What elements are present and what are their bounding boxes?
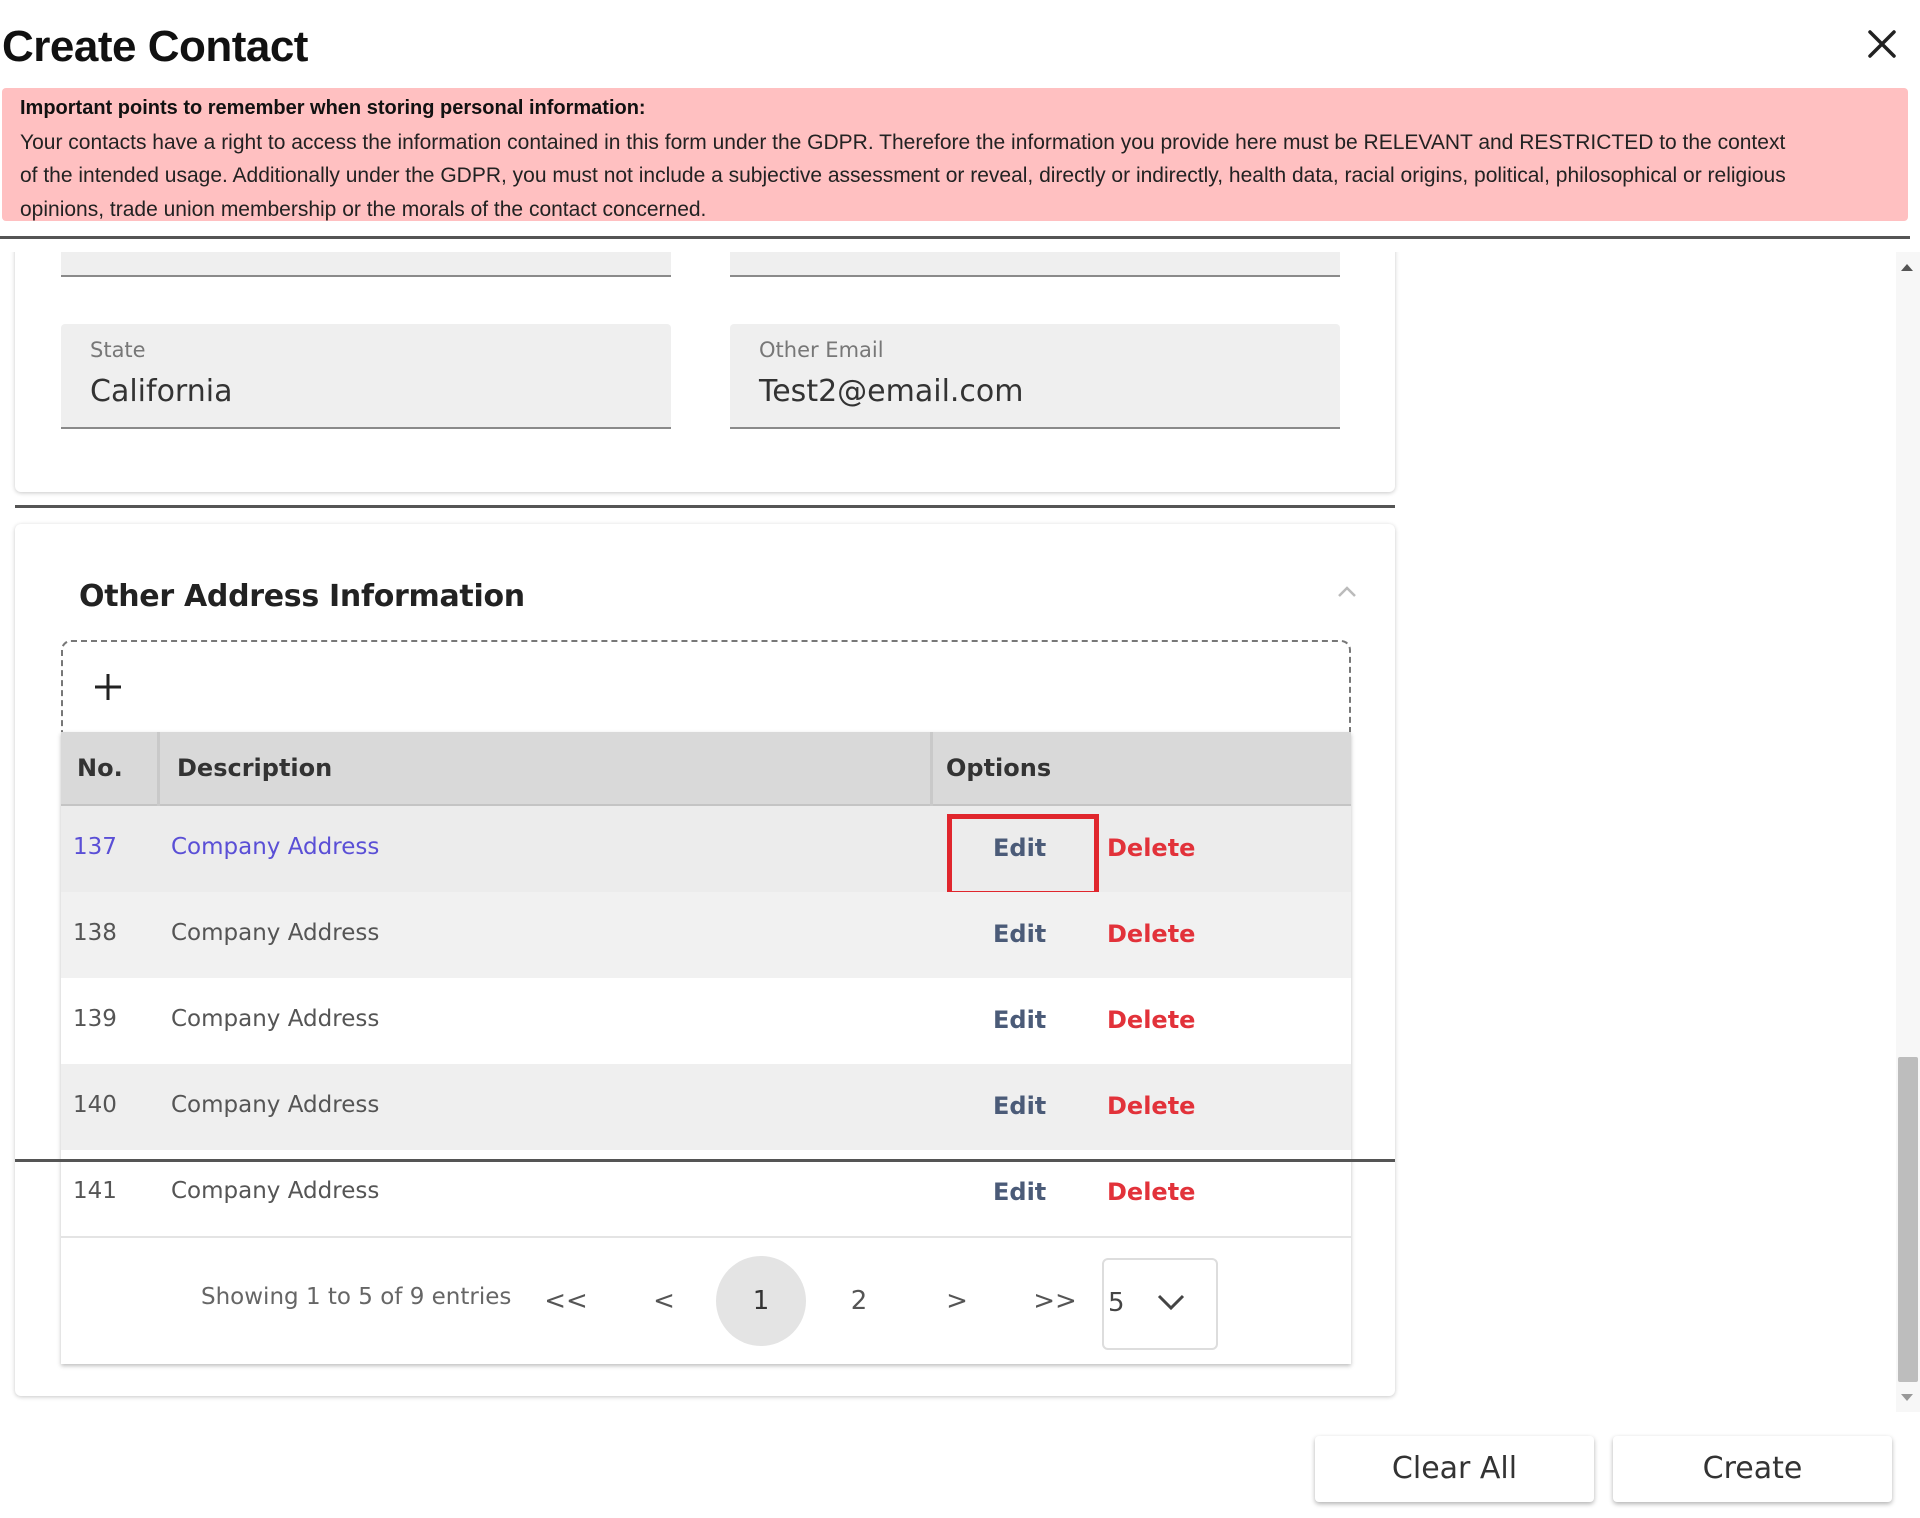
page-size-select[interactable]: 5 bbox=[1102, 1258, 1218, 1350]
row-description: Company Address bbox=[171, 1092, 380, 1118]
add-address-button[interactable] bbox=[61, 640, 1351, 734]
scrollbar-thumb[interactable] bbox=[1898, 1057, 1918, 1382]
table-row[interactable]: 139 Company Address Edit Delete bbox=[61, 978, 1351, 1066]
previous-page-button[interactable]: < bbox=[619, 1256, 709, 1346]
contact-details-card: State California Other Email Test2@email… bbox=[15, 252, 1395, 492]
first-page-button[interactable]: << bbox=[521, 1256, 611, 1346]
next-page-button[interactable]: > bbox=[912, 1256, 1002, 1346]
row-number: 139 bbox=[73, 1006, 117, 1032]
chevron-up-icon[interactable] bbox=[1329, 574, 1365, 610]
create-button[interactable]: Create bbox=[1613, 1436, 1892, 1502]
state-field[interactable]: State California bbox=[61, 324, 671, 429]
dialog-title: Create Contact bbox=[2, 22, 308, 71]
gdpr-notice: Important points to remember when storin… bbox=[2, 88, 1908, 221]
form-scroll-area[interactable]: State California Other Email Test2@email… bbox=[0, 252, 1920, 1412]
table-header: No. Description Options bbox=[61, 732, 1351, 807]
page-size-value: 5 bbox=[1108, 1288, 1125, 1318]
address-table: No. Description Options 137 Company Addr… bbox=[61, 732, 1351, 1364]
gdpr-heading: Important points to remember when storin… bbox=[20, 97, 646, 119]
row-number[interactable]: 137 bbox=[73, 834, 117, 860]
scroll-up-arrow[interactable] bbox=[1901, 264, 1913, 271]
section-title: Other Address Information bbox=[79, 579, 525, 614]
row-description: Company Address bbox=[171, 1006, 380, 1032]
edit-button[interactable]: Edit bbox=[993, 1178, 1046, 1206]
clear-all-button[interactable]: Clear All bbox=[1315, 1436, 1594, 1502]
table-row[interactable]: 140 Company Address Edit Delete bbox=[61, 1064, 1351, 1152]
edit-highlight-box bbox=[947, 814, 1099, 896]
edit-button[interactable]: Edit bbox=[993, 920, 1046, 948]
scroll-down-arrow[interactable] bbox=[1901, 1394, 1913, 1401]
row-description: Company Address bbox=[171, 1178, 380, 1204]
row-number: 138 bbox=[73, 920, 117, 946]
truncated-field-left[interactable] bbox=[61, 252, 671, 277]
state-value: California bbox=[90, 374, 233, 409]
row-description: Company Address bbox=[171, 920, 380, 946]
column-header-no[interactable]: No. bbox=[77, 754, 123, 782]
pagination-summary: Showing 1 to 5 of 9 entries bbox=[201, 1284, 512, 1310]
close-icon bbox=[1868, 30, 1896, 58]
gdpr-line: of the intended usage. Additionally unde… bbox=[20, 164, 1786, 187]
page-button-2[interactable]: 2 bbox=[814, 1256, 904, 1346]
chevron-down-icon bbox=[1157, 1294, 1185, 1311]
column-header-options[interactable]: Options bbox=[946, 754, 1051, 782]
last-page-button[interactable]: >> bbox=[1010, 1256, 1100, 1346]
column-header-description[interactable]: Description bbox=[177, 754, 332, 782]
table-row[interactable]: 137 Company Address Edit Delete bbox=[61, 806, 1351, 896]
row-number: 140 bbox=[73, 1092, 117, 1118]
gdpr-line: opinions, trade union membership or the … bbox=[20, 197, 707, 221]
other-address-card: Other Address Information No. Descriptio… bbox=[15, 524, 1395, 1396]
section-divider bbox=[15, 1159, 1395, 1162]
row-number: 141 bbox=[73, 1178, 117, 1204]
other-email-field[interactable]: Other Email Test2@email.com bbox=[730, 324, 1340, 429]
row-description[interactable]: Company Address bbox=[171, 834, 379, 860]
other-email-label: Other Email bbox=[759, 338, 884, 362]
plus-icon bbox=[95, 674, 121, 700]
other-email-value: Test2@email.com bbox=[759, 374, 1024, 409]
table-row[interactable]: 141 Company Address Edit Delete bbox=[61, 1150, 1351, 1238]
edit-button[interactable]: Edit bbox=[993, 1006, 1046, 1034]
page-button-1[interactable]: 1 bbox=[716, 1256, 806, 1346]
gdpr-line: Your contacts have a right to access the… bbox=[20, 130, 1786, 154]
delete-button[interactable]: Delete bbox=[1107, 834, 1195, 862]
delete-button[interactable]: Delete bbox=[1107, 1006, 1195, 1034]
close-button[interactable] bbox=[1856, 18, 1908, 70]
edit-button[interactable]: Edit bbox=[993, 1092, 1046, 1120]
delete-button[interactable]: Delete bbox=[1107, 1092, 1195, 1120]
delete-button[interactable]: Delete bbox=[1107, 1178, 1195, 1206]
table-row[interactable]: 138 Company Address Edit Delete bbox=[61, 892, 1351, 980]
section-divider bbox=[15, 505, 1395, 508]
truncated-field-right[interactable] bbox=[730, 252, 1340, 277]
delete-button[interactable]: Delete bbox=[1107, 920, 1195, 948]
state-label: State bbox=[90, 338, 146, 362]
header-divider bbox=[0, 236, 1910, 239]
scrollbar[interactable] bbox=[1896, 252, 1920, 1412]
